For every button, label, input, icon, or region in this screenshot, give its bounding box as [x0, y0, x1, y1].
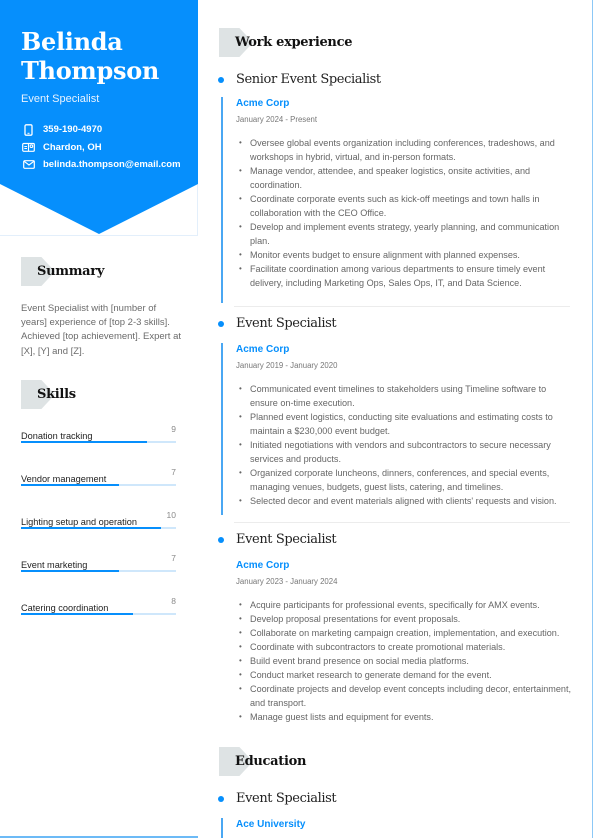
contact-email[interactable]: belinda.thompson@email.com [22, 156, 181, 174]
skill-bar-fill [21, 527, 161, 529]
job-bullet: Conduct market research to generate dema… [236, 668, 571, 682]
job-bullet: Facilitate coordination among various de… [236, 262, 571, 290]
skill-bar [21, 484, 176, 486]
first-name: Belinda [21, 27, 123, 56]
timeline-dot-icon [218, 76, 224, 83]
phone-number: 359-190-4970 [43, 124, 103, 136]
email-icon [22, 159, 35, 170]
skill-bar [21, 527, 176, 529]
job-bullet: Develop and implement events strategy, y… [236, 220, 571, 248]
job-bullet: Organized corporate luncheons, dinners, … [236, 466, 571, 494]
skill-level: 7 [171, 553, 176, 563]
timeline-dot-icon [218, 795, 224, 802]
skill-item: Lighting setup and operation 10 [21, 510, 176, 553]
job-title-row: Event Specialist [218, 316, 337, 331]
company-name: Acme Corp [236, 98, 290, 109]
job-bullet: Manage vendor, attendee, and speaker log… [236, 164, 571, 192]
skill-bar [21, 441, 176, 443]
job-bullets: Communicated event timelines to stakehol… [236, 382, 571, 508]
job-dates: January 2023 - January 2024 [236, 577, 338, 586]
skill-name: Vendor management [21, 474, 107, 484]
job-bullets: Oversee global events organization inclu… [236, 136, 571, 290]
job-dates: January 2024 - Present [236, 115, 318, 124]
last-name: Thompson [21, 56, 160, 85]
skill-name: Event marketing [21, 560, 88, 570]
skill-bar-fill [21, 484, 119, 486]
phone-icon [22, 123, 35, 136]
contact-list: 359-190-4970 Chardon, OH belinda.thompso… [22, 121, 181, 174]
company-name: Acme Corp [236, 560, 290, 571]
location-icon [22, 142, 35, 153]
skill-bar-fill [21, 613, 133, 615]
degree-title: Event Specialist [236, 791, 337, 806]
company-name: Acme Corp [236, 344, 290, 355]
job-entry: Acme Corp January 2019 - January 2020 Co… [221, 343, 571, 515]
job-entry: Acme Corp January 2024 - Present Oversee… [221, 97, 571, 303]
skills-heading: Skills [21, 380, 76, 409]
summary-heading: Summary [21, 257, 104, 286]
contact-location: Chardon, OH [22, 139, 181, 157]
skill-level: 7 [171, 467, 176, 477]
skill-bar-fill [21, 441, 147, 443]
job-bullet: Coordinate projects and develop event co… [236, 682, 571, 710]
skill-name: Catering coordination [21, 603, 109, 613]
job-bullet: Coordinate corporate events such as kick… [236, 192, 571, 220]
skill-level: 8 [171, 596, 176, 606]
timeline-dot-icon [218, 320, 224, 327]
skill-item: Vendor management 7 [21, 467, 176, 510]
job-entry: Acme Corp January 2023 - January 2024 Ac… [221, 559, 571, 724]
job-bullet: Manage guest lists and equipment for eve… [236, 710, 571, 724]
candidate-name: Belinda Thompson [21, 27, 191, 85]
job-bullet: Build event brand presence on social med… [236, 654, 571, 668]
job-bullets: Acquire participants for professional ev… [236, 598, 571, 724]
work-heading-text: Work experience [235, 35, 353, 50]
job-title: Senior Event Specialist [236, 72, 381, 87]
skill-name: Donation tracking [21, 431, 93, 441]
skill-bar [21, 613, 176, 615]
summary-heading-text: Summary [37, 264, 105, 279]
job-bullet: Collaborate on marketing campaign creati… [236, 626, 571, 640]
job-bullet: Selected decor and event materials align… [236, 494, 571, 508]
contact-phone[interactable]: 359-190-4970 [22, 121, 181, 139]
job-bullet: Planned event logistics, conducting site… [236, 410, 571, 438]
job-bullet: Coordinate with subcontractors to create… [236, 640, 571, 654]
summary-text: Event Specialist with [number of years] … [21, 303, 182, 357]
job-bullet: Monitor events budget to ensure alignmen… [236, 248, 571, 262]
job-separator [234, 306, 570, 307]
job-bullet: Develop proposal presentations for event… [236, 612, 571, 626]
job-dates: January 2019 - January 2020 [236, 361, 338, 370]
candidate-role: Event Specialist [21, 93, 100, 105]
job-title-row: Event Specialist [218, 532, 337, 547]
skills-heading-text: Skills [37, 387, 76, 402]
skill-item: Catering coordination 8 [21, 596, 176, 639]
skill-level: 9 [171, 424, 176, 434]
job-bullet: Oversee global events organization inclu… [236, 136, 571, 164]
left-column: Belinda Thompson Event Specialist 359-19… [0, 0, 198, 838]
right-column: Work experience Senior Event Specialist … [198, 0, 594, 838]
job-bullet: Acquire participants for professional ev… [236, 598, 571, 612]
job-title: Event Specialist [236, 532, 337, 547]
location-text: Chardon, OH [43, 141, 102, 153]
skill-name: Lighting setup and operation [21, 517, 137, 527]
job-separator [234, 522, 570, 523]
education-entry: Ace University [221, 818, 571, 838]
skill-bar [21, 570, 176, 572]
skill-item: Donation tracking 9 [21, 424, 176, 467]
job-bullet: Initiated negotiations with vendors and … [236, 438, 571, 466]
education-heading-text: Education [235, 754, 307, 769]
skill-item: Event marketing 7 [21, 553, 176, 596]
job-title: Event Specialist [236, 316, 337, 331]
page-right-border [592, 0, 593, 838]
email-address: belinda.thompson@email.com [43, 159, 181, 171]
work-heading: Work experience [219, 28, 352, 57]
school-name: Ace University [236, 819, 306, 830]
skill-level: 10 [166, 510, 176, 520]
job-title-row: Senior Event Specialist [218, 72, 381, 87]
education-heading: Education [219, 747, 306, 776]
skills-list: Donation tracking 9 Vendor management 7 … [21, 424, 176, 639]
skill-bar-fill [21, 570, 119, 572]
education-title-row: Event Specialist [218, 791, 337, 806]
job-bullet: Communicated event timelines to stakehol… [236, 382, 571, 410]
timeline-dot-icon [218, 536, 224, 543]
